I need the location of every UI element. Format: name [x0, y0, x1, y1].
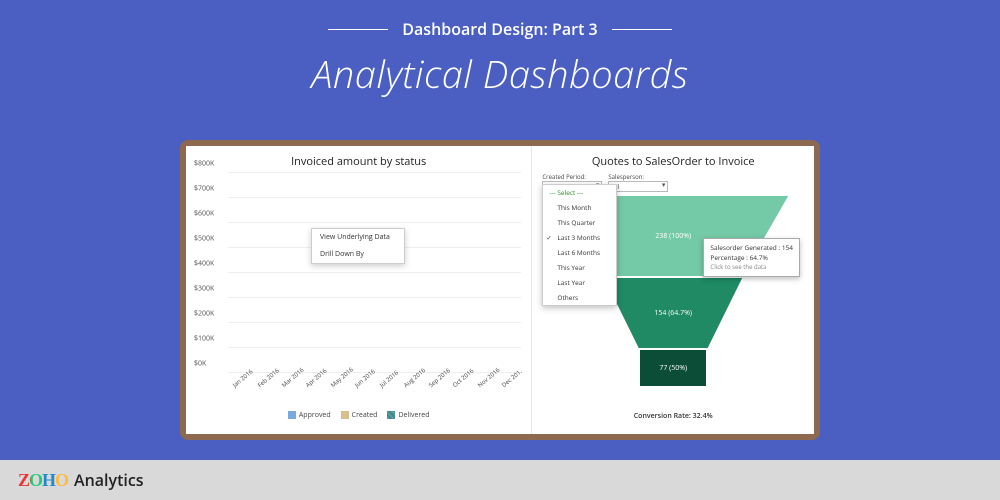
- x-tick: Jul 2016: [378, 371, 397, 389]
- zoho-analytics-logo: ZOHO Analytics: [18, 469, 144, 491]
- y-tick: $400K: [194, 260, 214, 269]
- context-menu-item[interactable]: View Underlying Data: [312, 229, 404, 246]
- funnel-stage-2[interactable]: 154 (64.7%): [604, 278, 742, 348]
- x-tick: Jun 2016: [353, 371, 372, 389]
- dropdown-item[interactable]: Last 6 Months: [543, 245, 616, 260]
- dropdown-item[interactable]: Last 3 Months: [543, 230, 616, 245]
- filter-label-period: Created Period:: [542, 173, 602, 181]
- dropdown-item[interactable]: This Year: [543, 260, 616, 275]
- y-tick: $800K: [194, 160, 214, 169]
- y-tick: $100K: [194, 335, 214, 344]
- context-menu[interactable]: View Underlying Data Drill Down By: [311, 228, 405, 264]
- x-tick: Oct 2016: [451, 371, 470, 389]
- dashboard-panel: Invoiced amount by status $0K$100K$200K$…: [180, 140, 820, 440]
- filter-label-salesperson: Salesperson:: [608, 173, 668, 181]
- salesperson-select[interactable]: All: [608, 181, 668, 192]
- dropdown-item[interactable]: Last Year: [543, 275, 616, 290]
- dropdown-item[interactable]: This Quarter: [543, 215, 616, 230]
- x-tick: Dec 201.: [500, 371, 519, 389]
- y-tick: $200K: [194, 310, 214, 319]
- y-tick: $0K: [194, 360, 206, 369]
- x-tick: Mar 2016: [280, 371, 299, 389]
- dropdown-item[interactable]: This Month: [543, 200, 616, 215]
- x-tick: Jan 2016: [231, 371, 250, 389]
- bar-chart-container: Invoiced amount by status $0K$100K$200K$…: [186, 146, 531, 434]
- y-tick: $600K: [194, 210, 214, 219]
- x-tick: May 2016: [329, 371, 348, 389]
- funnel-chart-container: Quotes to SalesOrder to Invoice Created …: [531, 146, 814, 434]
- page-superheading: Dashboard Design: Part 3: [388, 18, 611, 40]
- page-title: Analytical Dashboards: [0, 48, 1000, 100]
- bar-chart-title: Invoiced amount by status: [192, 154, 525, 169]
- dropdown-header: --- Select ---: [543, 185, 616, 200]
- context-menu-item[interactable]: Drill Down By: [312, 246, 404, 263]
- y-tick: $500K: [194, 235, 214, 244]
- x-tick: Aug 2016: [402, 371, 421, 389]
- dropdown-item[interactable]: Others: [543, 290, 616, 305]
- footer-bar: ZOHO Analytics: [0, 460, 1000, 500]
- period-dropdown[interactable]: --- Select --- This MonthThis QuarterLas…: [542, 184, 617, 306]
- y-tick: $300K: [194, 285, 214, 294]
- conversion-rate: Conversion Rate: 32.4%: [538, 412, 808, 421]
- x-tick: Feb 2016: [256, 371, 275, 389]
- x-tick: Apr 2016: [304, 371, 323, 389]
- bar-chart-legend: Approved Created Delivered: [192, 411, 525, 420]
- funnel-stage-3[interactable]: 77 (50%): [640, 350, 706, 386]
- y-tick: $700K: [194, 185, 214, 194]
- x-tick: Sep 2016: [427, 371, 446, 389]
- funnel-tooltip: Salesorder Generated : 154 Percentage : …: [703, 238, 800, 277]
- funnel-chart-title: Quotes to SalesOrder to Invoice: [538, 154, 808, 169]
- bar-chart-plot[interactable]: $0K$100K$200K$300K$400K$500K$600K$700K$8…: [228, 173, 521, 373]
- x-tick: Nov 2016: [476, 371, 495, 389]
